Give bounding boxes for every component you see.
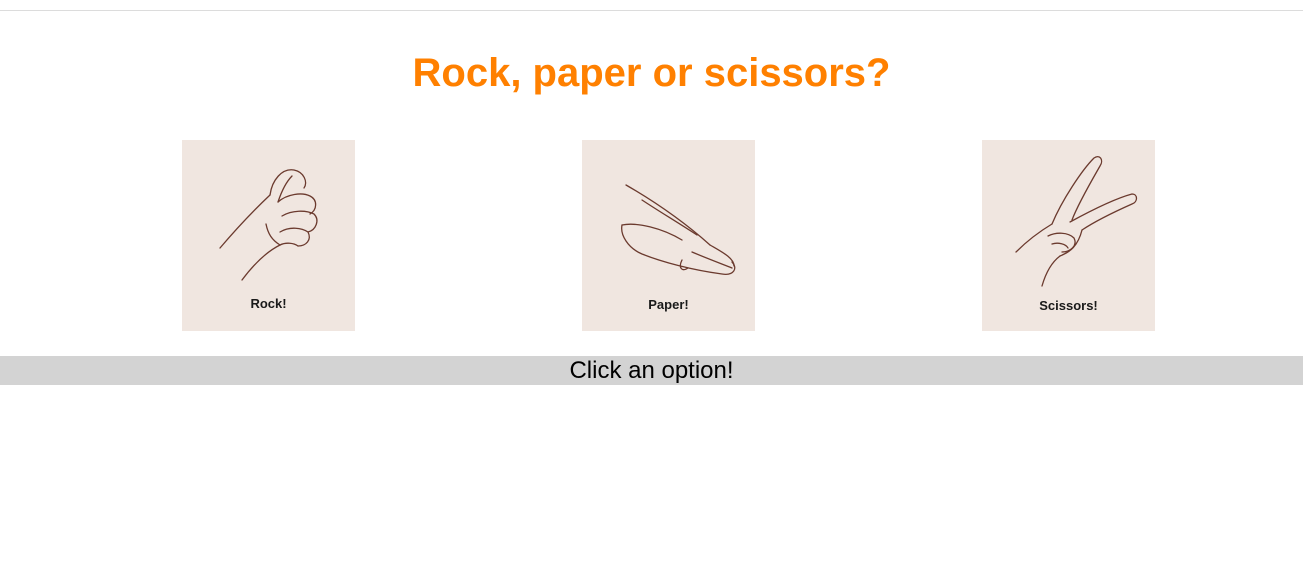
rock-option[interactable]: Rock! [182, 140, 355, 331]
rock-label: Rock! [250, 296, 287, 311]
v-sign-hand-icon [1015, 156, 1138, 287]
top-divider [0, 10, 1303, 11]
scissors-option[interactable]: Scissors! [982, 140, 1155, 331]
paper-option[interactable]: Paper! [582, 140, 755, 331]
scissors-label: Scissors! [1039, 298, 1098, 313]
flat-hand-icon [621, 184, 736, 275]
status-message: Click an option! [0, 356, 1303, 385]
fist-hand-icon [219, 169, 318, 281]
page-title: Rock, paper or scissors? [412, 51, 891, 95]
paper-label: Paper! [648, 297, 689, 312]
